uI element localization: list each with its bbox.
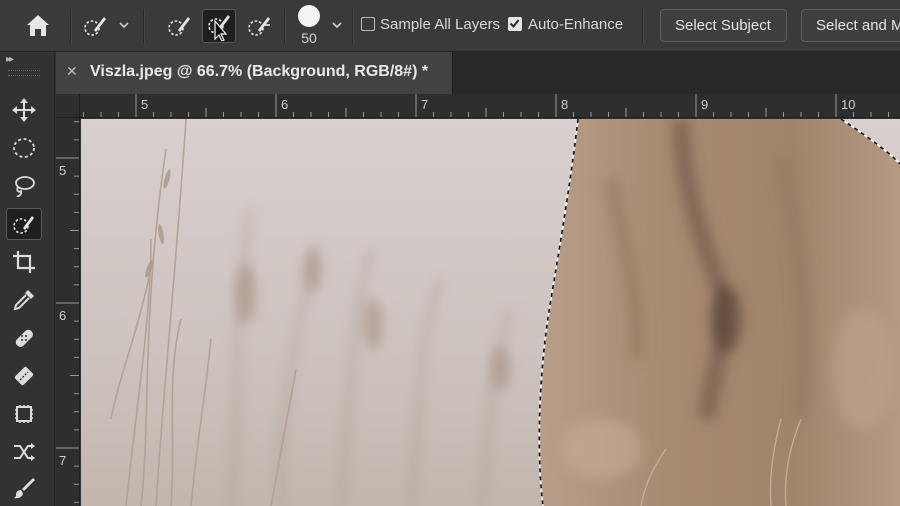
home-icon <box>27 15 49 36</box>
stamp-tool[interactable] <box>6 398 42 430</box>
crop-tool[interactable] <box>6 246 42 278</box>
stamp-icon <box>15 405 33 423</box>
lasso-icon <box>15 176 35 198</box>
ruler-label: 6 <box>59 308 67 323</box>
ruler-label: 10 <box>841 97 856 112</box>
subtract-from-selection-button[interactable] <box>242 9 276 43</box>
eyedropper-icon <box>13 290 34 311</box>
checkmark-icon <box>509 19 520 29</box>
brush-icon <box>14 478 35 499</box>
quick-selection-tool[interactable] <box>6 208 42 240</box>
ruler-label: 6 <box>281 97 289 112</box>
content-aware-move-tool[interactable] <box>6 436 42 468</box>
ruler-label: 7 <box>421 97 429 112</box>
auto-enhance-checkbox[interactable] <box>508 17 522 31</box>
ruler-origin[interactable] <box>56 94 80 118</box>
auto-enhance-label[interactable]: Auto-Enhance <box>528 16 623 33</box>
separator <box>284 9 285 43</box>
move-icon <box>12 98 36 122</box>
ruler-label: 9 <box>701 97 709 112</box>
chevron-down-icon[interactable] <box>331 17 343 33</box>
shuffle-icon <box>14 443 35 461</box>
separator <box>352 9 353 43</box>
brush-tool[interactable] <box>6 472 42 504</box>
select-and-mask-button[interactable]: Select and M <box>801 9 900 42</box>
document-tab-bar: ✕ Viszla.jpeg @ 66.7% (Background, RGB/8… <box>56 52 900 94</box>
photo-image <box>81 119 900 506</box>
add-to-selection-button[interactable] <box>202 9 236 43</box>
ruler-label: 5 <box>141 97 149 112</box>
crop-icon <box>13 251 35 273</box>
horizontal-ruler[interactable]: 5 6 7 8 9 10 <box>80 94 900 118</box>
brush-add-selection-icon <box>208 15 230 41</box>
move-tool[interactable] <box>6 94 42 126</box>
patch-icon <box>14 366 34 386</box>
chevron-down-icon[interactable] <box>118 17 130 33</box>
ruler-label: 7 <box>59 453 67 468</box>
document-tab-title: Viszla.jpeg @ 66.7% (Background, RGB/8#)… <box>90 63 429 80</box>
quick-selection-preset-button[interactable] <box>78 9 112 43</box>
eyedropper-tool[interactable] <box>6 284 42 316</box>
ruler-label: 8 <box>561 97 569 112</box>
select-subject-button[interactable]: Select Subject <box>660 9 787 42</box>
brush-preview-button[interactable] <box>298 5 320 27</box>
separator <box>70 9 71 43</box>
document-canvas[interactable] <box>81 119 900 506</box>
quick-selection-icon <box>84 17 106 36</box>
brush-subtract-selection-icon <box>248 17 270 36</box>
vertical-ruler[interactable]: 5 6 7 <box>56 118 80 506</box>
home-button[interactable] <box>14 12 62 40</box>
brush-new-selection-icon <box>168 17 190 36</box>
brush-size-value: 50 <box>301 30 317 46</box>
sample-all-layers-label[interactable]: Sample All Layers <box>380 16 500 33</box>
ruler-label: 5 <box>59 163 67 178</box>
tools-panel: ▸▸ <box>0 52 55 506</box>
separator <box>642 9 643 43</box>
quick-selection-icon <box>13 216 34 234</box>
sample-all-layers-checkbox[interactable] <box>361 17 375 31</box>
panel-grip[interactable] <box>8 70 40 76</box>
marquee-tool[interactable] <box>6 132 42 164</box>
lasso-tool[interactable] <box>6 170 42 202</box>
options-bar: 50 Sample All Layers Auto-Enhance Select… <box>0 0 900 52</box>
document-tab[interactable]: ✕ Viszla.jpeg @ 66.7% (Background, RGB/8… <box>56 52 453 94</box>
bandage-icon <box>15 329 33 347</box>
new-selection-button[interactable] <box>162 9 196 43</box>
collapse-panel-icon[interactable]: ▸▸ <box>6 54 14 65</box>
separator <box>143 9 144 43</box>
patch-tool[interactable] <box>6 360 42 392</box>
elliptical-marquee-icon <box>13 138 35 158</box>
ruler-ticks <box>83 94 889 117</box>
spot-healing-tool[interactable] <box>6 322 42 354</box>
close-icon[interactable]: ✕ <box>66 63 78 79</box>
